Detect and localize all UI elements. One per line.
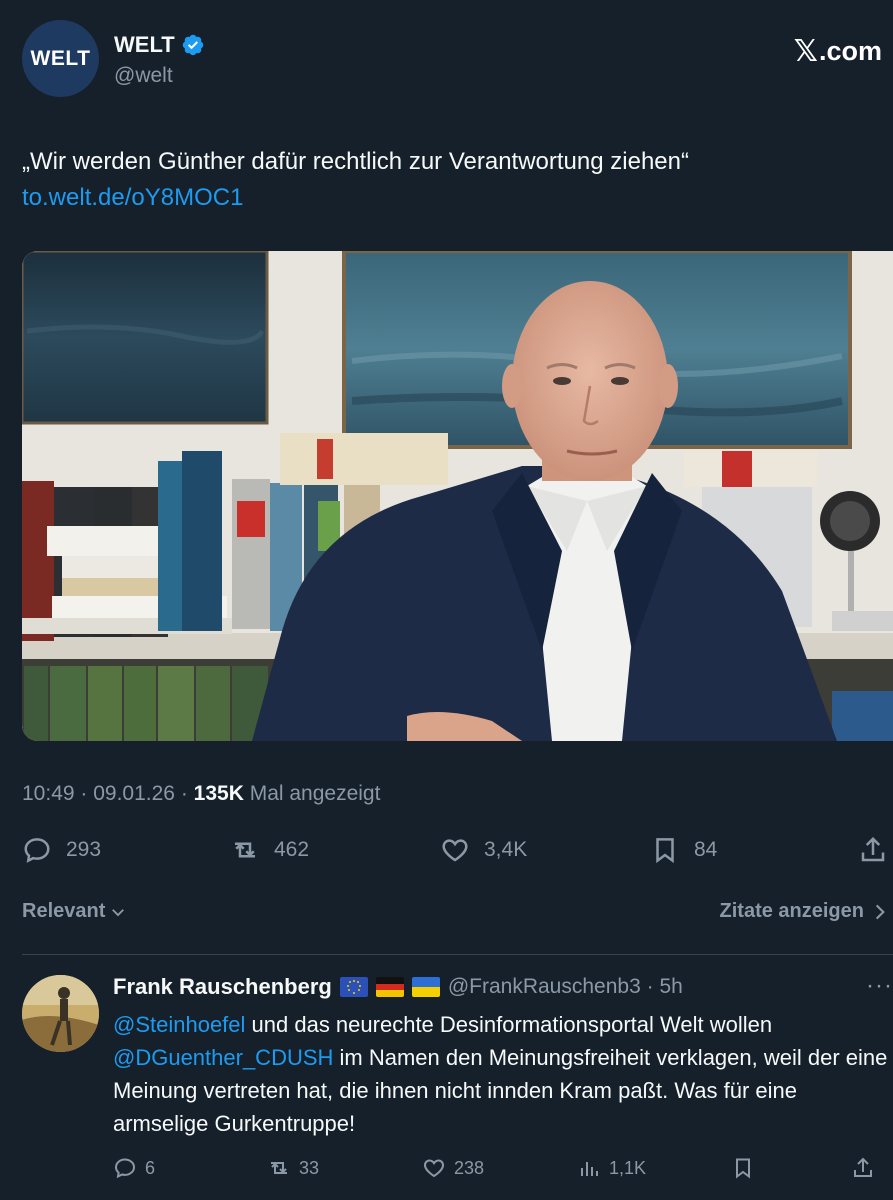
reply-views-count: 1,1K	[609, 1157, 647, 1178]
reply-repost-count: 33	[299, 1157, 320, 1178]
tweet-date[interactable]: 09.01.26	[93, 782, 175, 805]
reply-share-button[interactable]	[851, 1154, 875, 1182]
author-name-row: WELT	[114, 32, 205, 58]
tweet-actions: 293 462 3,4K 84	[22, 830, 888, 870]
avatar-logo-text: WELT	[30, 46, 91, 70]
bookmark-count: 84	[694, 838, 718, 861]
avatar-photo	[22, 975, 99, 1052]
heart-icon	[442, 839, 468, 862]
germany-flag-icon	[375, 977, 404, 997]
reply-display-name[interactable]: Frank Rauschenberg	[113, 974, 332, 1000]
reply-like-count: 238	[454, 1157, 485, 1178]
mention-link[interactable]: @DGuenther_CDUSH	[113, 1045, 333, 1070]
tweet-link[interactable]: to.welt.de/oY8MOC1	[22, 180, 872, 216]
tweet-header: WELT WELT @welt 𝕏 .com	[22, 20, 882, 98]
bookmark-icon	[736, 1158, 750, 1179]
share-icon	[854, 1157, 872, 1177]
reply-actions: 6 33 238 1,1K	[113, 1154, 893, 1182]
mention-link[interactable]: @Steinhoefel	[113, 1012, 245, 1037]
reply-views-button[interactable]: 1,1K	[577, 1154, 646, 1182]
show-quotes-link[interactable]: Zitate anzeigen	[720, 900, 888, 923]
replies-filter-row: Relevant Zitate anzeigen	[22, 900, 888, 930]
repost-icon	[271, 1162, 287, 1174]
like-count: 3,4K	[484, 838, 528, 861]
bookmark-button[interactable]: 84	[650, 830, 717, 870]
tweet-body: „Wir werden Günther dafür rechtlich zur …	[22, 144, 872, 216]
reply-count: 293	[66, 838, 102, 861]
reply-tweet[interactable]: Frank Rauschenberg @FrankRauschenb3 · 5h…	[22, 970, 893, 1200]
quotes-label: Zitate anzeigen	[719, 900, 864, 922]
tweet-media-image[interactable]	[22, 251, 893, 741]
bookmark-icon	[656, 838, 674, 864]
reply-reply-count: 6	[145, 1157, 156, 1178]
reply-handle[interactable]: @FrankRauschenb3 · 5h	[448, 975, 683, 999]
share-icon	[861, 836, 885, 862]
reply-header: Frank Rauschenberg @FrankRauschenb3 · 5h	[113, 974, 683, 1000]
verified-badge-icon	[182, 34, 203, 56]
tweet-time[interactable]: 10:49	[22, 782, 75, 805]
chevron-right-icon	[875, 904, 885, 919]
x-logo: 𝕏 .com	[794, 34, 882, 69]
meta-separator: ·	[180, 782, 194, 805]
reply-time: 5h	[659, 975, 683, 998]
reply-separator: ·	[646, 975, 654, 998]
tweet-text: „Wir werden Günther dafür rechtlich zur …	[22, 148, 689, 175]
author-avatar[interactable]: WELT	[22, 20, 99, 97]
reply-icon	[24, 838, 50, 863]
repost-icon	[235, 842, 255, 858]
chevron-down-icon	[112, 908, 125, 916]
reply-text: @Steinhoefel und das neurechte Desinform…	[113, 1008, 893, 1140]
repost-button[interactable]: 462	[230, 830, 309, 870]
reply-avatar[interactable]	[22, 975, 99, 1052]
divider	[22, 954, 893, 955]
ukraine-flag-icon	[411, 977, 440, 997]
sort-dropdown[interactable]: Relevant	[22, 900, 127, 923]
author-handle[interactable]: @welt	[114, 64, 173, 88]
reply-text-part: und das neurechte Desinformationsportal …	[245, 1012, 773, 1037]
eu-flag-icon	[339, 977, 368, 997]
views-label: Mal angezeigt	[249, 782, 381, 805]
more-options-icon[interactable]: ···	[866, 972, 893, 1000]
repost-count: 462	[274, 838, 310, 861]
views-count: 135K	[193, 782, 244, 805]
photo-man-in-office	[22, 251, 893, 741]
tweet-meta: 10:49 · 09.01.26 · 135K Mal angezeigt	[22, 782, 380, 806]
sort-label: Relevant	[22, 900, 106, 922]
reply-handle-text: @FrankRauschenb3	[447, 975, 641, 998]
share-button[interactable]	[858, 830, 888, 870]
author-display-name[interactable]: WELT	[114, 32, 175, 58]
reply-icon	[114, 1158, 136, 1179]
heart-icon	[424, 1159, 444, 1178]
reply-repost-button[interactable]: 33	[267, 1154, 319, 1182]
reply-button[interactable]: 293	[22, 830, 101, 870]
x-logo-text: .com	[818, 36, 882, 66]
like-button[interactable]: 3,4K	[440, 830, 527, 870]
reply-bookmark-button[interactable]	[731, 1154, 755, 1182]
views-chart-icon	[581, 1162, 598, 1176]
reply-like-button[interactable]: 238	[422, 1154, 484, 1182]
x-logo-icon: 𝕏	[793, 34, 818, 69]
meta-separator: ·	[80, 782, 94, 805]
reply-reply-button[interactable]: 6	[113, 1154, 155, 1182]
